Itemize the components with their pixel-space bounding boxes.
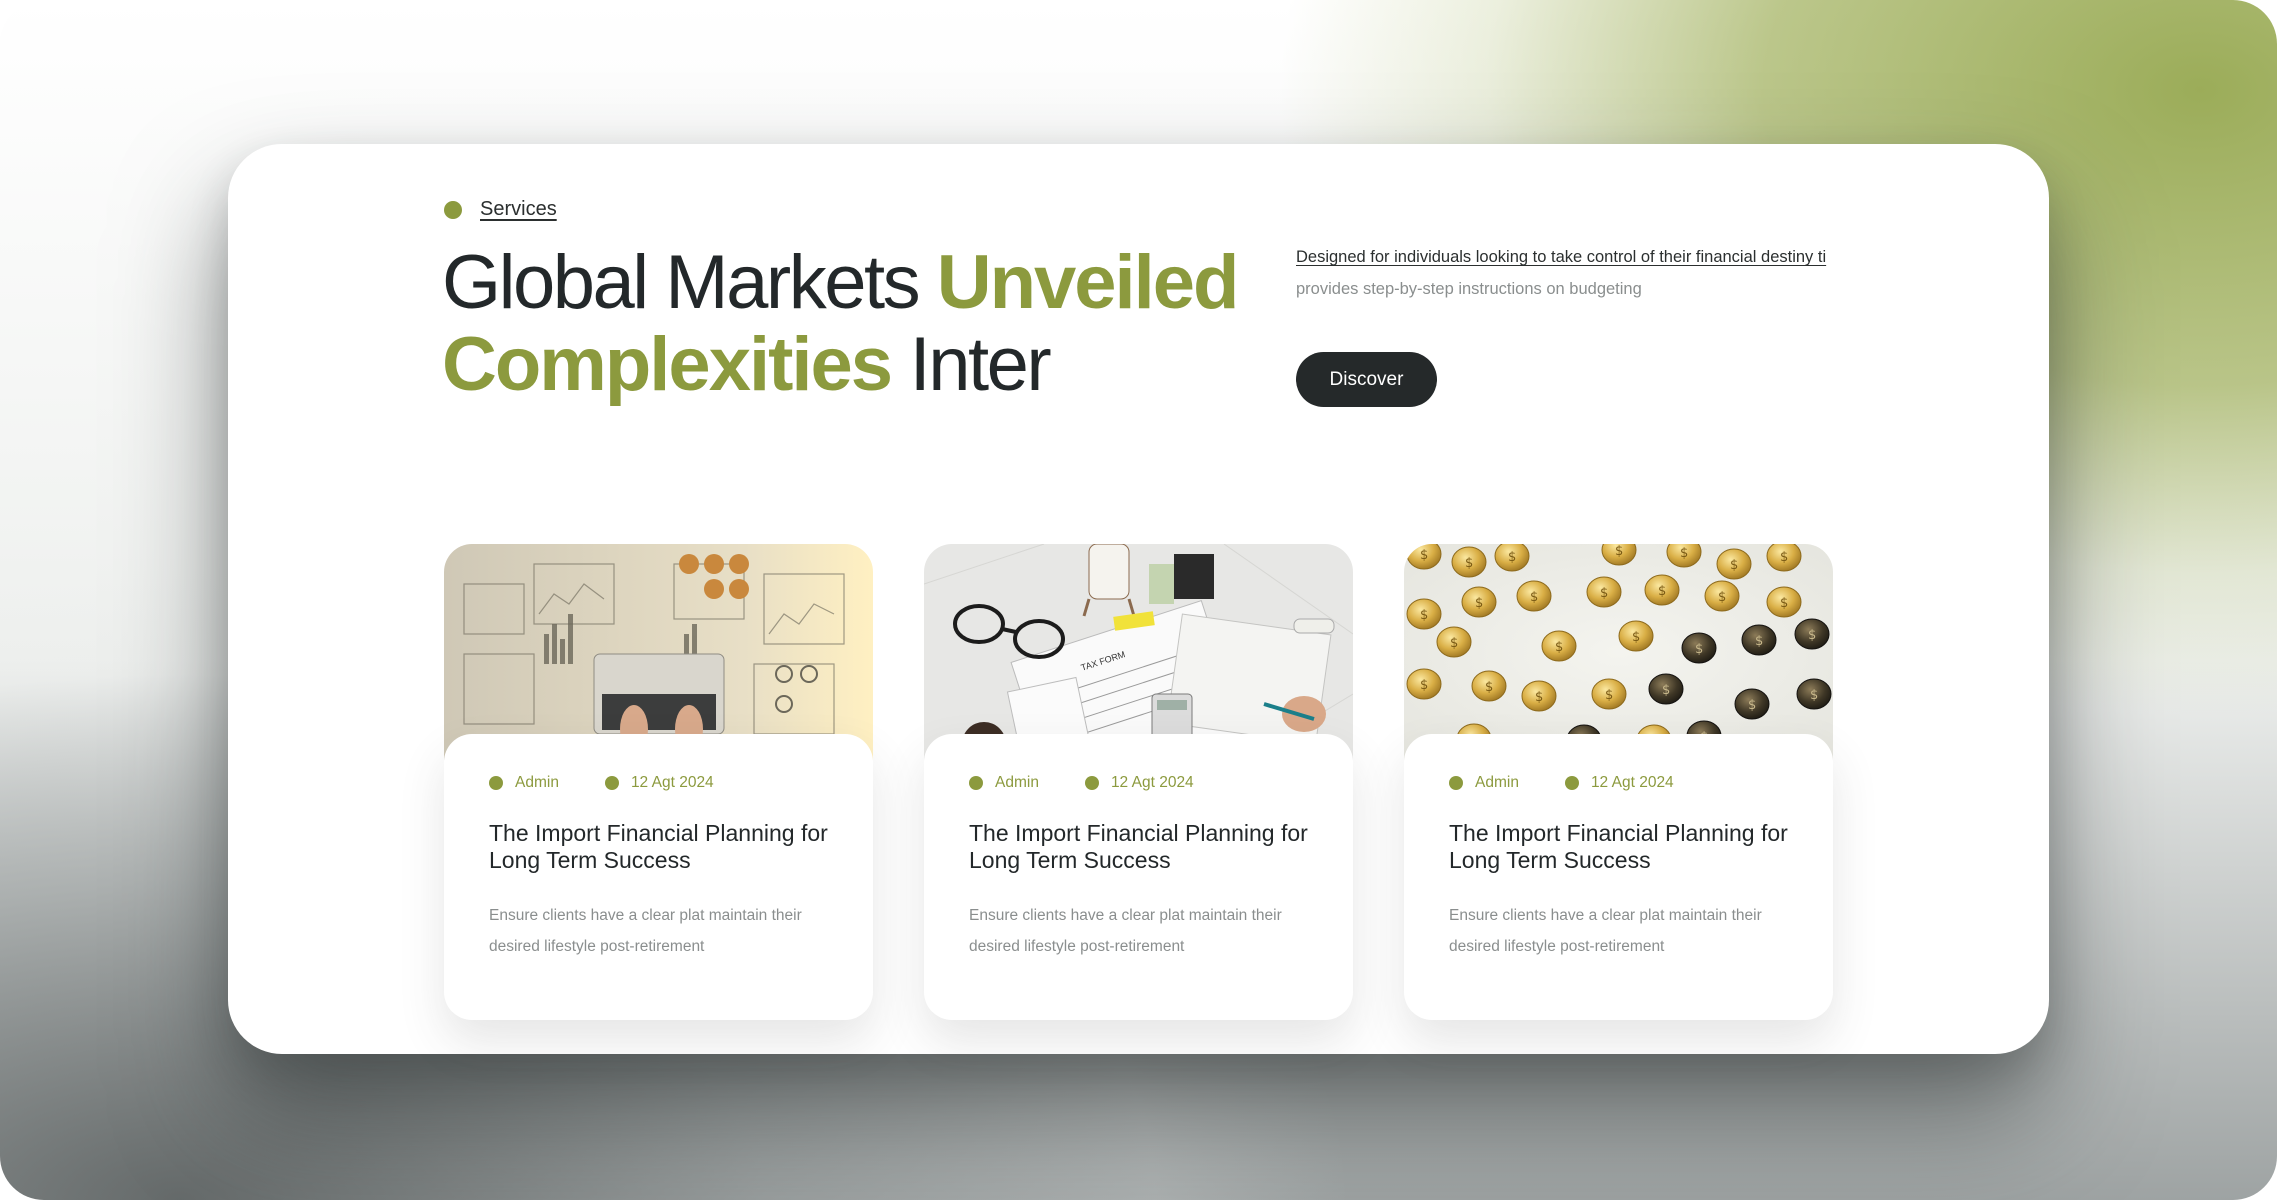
headline-accent-1: Unveiled [936,240,1240,325]
post-date: 12 Agt 2024 [1590,774,1674,791]
author-dot-icon [969,776,983,790]
post-meta: Admin 12 Agt 2024 [489,774,760,792]
svg-text:$: $ [1662,683,1670,698]
svg-text:$: $ [1748,698,1756,713]
svg-text:$: $ [1530,590,1538,605]
post-title[interactable]: The Import Financial Planning for Long T… [489,820,849,874]
post-excerpt: Ensure clients have a clear plat maintai… [489,907,802,955]
tax-form-desk-image: TAX FORM [924,544,1353,760]
laptop-analytics-image [444,544,873,760]
post-author[interactable]: Admin [995,774,1039,792]
svg-text:$: $ [1718,590,1726,605]
post-date: 12 Agt 2024 [1110,774,1194,791]
svg-text:$: $ [1555,640,1563,655]
author-dot-icon [489,776,503,790]
blog-post-card-1[interactable]: Admin 12 Agt 2024 The Import Financial P… [444,544,873,1020]
post-body-3: Admin 12 Agt 2024 The Import Financial P… [1404,734,1833,1020]
svg-text:$: $ [1475,596,1483,611]
svg-text:$: $ [1755,634,1763,649]
svg-text:$: $ [1632,630,1640,645]
section-badge-label[interactable]: Services [480,198,557,221]
svg-text:$: $ [1680,546,1688,561]
svg-text:$: $ [1508,550,1516,565]
svg-text:$: $ [1600,586,1608,601]
svg-text:$: $ [1420,548,1428,563]
date-dot-icon [1564,776,1579,790]
svg-text:$: $ [1485,680,1493,695]
svg-text:$: $ [1605,688,1613,703]
blog-post-card-3[interactable]: $$$$$$$$$$$$$$$$$$$$$$$$$$$$$$$ Admin 12… [1404,544,1833,1020]
date-dot-icon [1084,776,1099,790]
headline-text-1: Global Markets [442,240,937,325]
discover-button[interactable]: Discover [1296,352,1437,407]
post-image-laptop-analytics[interactable] [444,544,873,760]
svg-text:$: $ [1465,556,1473,571]
gold-coins-image: $$$$$$$$$$$$$$$$$$$$$$$$$$$$$$$ [1404,544,1833,760]
section-badge: Services [444,198,557,221]
hero-description-line-1[interactable]: Designed for individuals looking to take… [1296,248,1836,267]
post-date: 12 Agt 2024 [630,774,714,791]
svg-text:$: $ [1810,688,1818,703]
post-author[interactable]: Admin [1475,774,1519,792]
svg-text:$: $ [1658,584,1666,599]
post-excerpt: Ensure clients have a clear plat maintai… [969,907,1282,955]
svg-text:$: $ [1730,558,1738,573]
post-title[interactable]: The Import Financial Planning for Long T… [969,820,1329,874]
svg-text:$: $ [1420,608,1428,623]
headline-text-2: Inter [891,322,1052,407]
blog-post-card-2[interactable]: TAX FORM Admin 12 Agt 2024 The Import Fi… [924,544,1353,1020]
post-image-tax-form[interactable]: TAX FORM [924,544,1353,760]
hero-description-line-2: provides step-by-step instructions on bu… [1296,280,1642,298]
svg-text:$: $ [1695,642,1703,657]
svg-text:$: $ [1450,636,1458,651]
headline-accent-2: Complexities [442,322,893,407]
post-body-1: Admin 12 Agt 2024 The Import Financial P… [444,734,873,1020]
post-excerpt: Ensure clients have a clear plat maintai… [1449,907,1762,955]
post-title[interactable]: The Import Financial Planning for Long T… [1449,820,1809,874]
svg-text:$: $ [1808,628,1816,643]
svg-text:$: $ [1780,550,1788,565]
post-image-gold-coins[interactable]: $$$$$$$$$$$$$$$$$$$$$$$$$$$$$$$ [1404,544,1833,760]
hero-headline: Global Markets Unveiled Complexities Inte… [442,242,1242,406]
svg-text:$: $ [1535,690,1543,705]
post-author[interactable]: Admin [515,774,559,792]
svg-text:$: $ [1780,596,1788,611]
badge-dot-icon [444,200,462,219]
svg-text:$: $ [1420,678,1428,693]
svg-text:$: $ [1615,544,1623,559]
post-meta: Admin 12 Agt 2024 [969,774,1240,792]
post-meta: Admin 12 Agt 2024 [1449,774,1720,792]
post-body-2: Admin 12 Agt 2024 The Import Financial P… [924,734,1353,1020]
date-dot-icon [604,776,619,790]
author-dot-icon [1449,776,1463,790]
